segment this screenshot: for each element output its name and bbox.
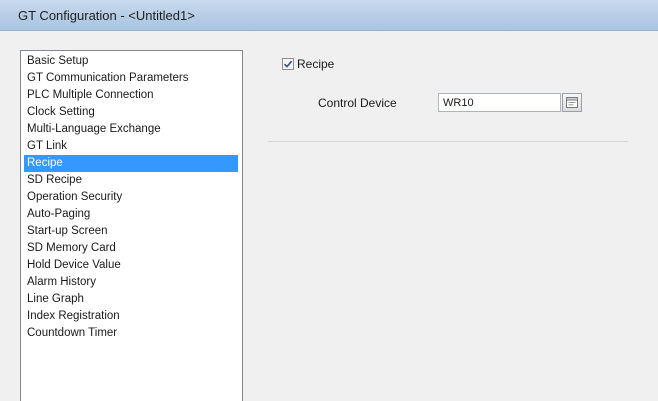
sidebar-item-operation-security[interactable]: Operation Security (24, 189, 238, 206)
sidebar-item-index-registration[interactable]: Index Registration (24, 308, 238, 325)
section-divider (268, 141, 628, 142)
sidebar-item-line-graph[interactable]: Line Graph (24, 291, 238, 308)
sidebar-item-clock-setting[interactable]: Clock Setting (24, 104, 238, 121)
sidebar-item-start-up-screen[interactable]: Start-up Screen (24, 223, 238, 240)
window-title: GT Configuration - <Untitled1> (18, 8, 195, 23)
settings-nav-list[interactable]: Basic Setup GT Communication Parameters … (20, 50, 243, 401)
browse-icon (566, 97, 578, 108)
sidebar-item-alarm-history[interactable]: Alarm History (24, 274, 238, 291)
recipe-enable-row[interactable]: Recipe (282, 56, 334, 72)
sidebar-item-hold-device-value[interactable]: Hold Device Value (24, 257, 238, 274)
recipe-checkbox[interactable] (282, 58, 294, 70)
gt-configuration-window: GT Configuration - <Untitled1> Basic Set… (0, 0, 658, 401)
sidebar-item-basic-setup[interactable]: Basic Setup (24, 53, 238, 70)
sidebar-item-recipe[interactable]: Recipe (24, 155, 238, 172)
title-bar: GT Configuration - <Untitled1> (0, 0, 658, 31)
sidebar-item-countdown-timer[interactable]: Countdown Timer (24, 325, 238, 342)
control-device-label: Control Device (318, 96, 397, 110)
sidebar-item-gt-communication-parameters[interactable]: GT Communication Parameters (24, 70, 238, 87)
sidebar-item-plc-multiple-connection[interactable]: PLC Multiple Connection (24, 87, 238, 104)
sidebar-item-sd-recipe[interactable]: SD Recipe (24, 172, 238, 189)
sidebar-item-auto-paging[interactable]: Auto-Paging (24, 206, 238, 223)
recipe-checkbox-label: Recipe (297, 57, 335, 71)
sidebar-item-sd-memory-card[interactable]: SD Memory Card (24, 240, 238, 257)
checkmark-icon (283, 60, 293, 68)
sidebar-item-multi-language-exchange[interactable]: Multi-Language Exchange (24, 121, 238, 138)
sidebar-item-gt-link[interactable]: GT Link (24, 138, 238, 155)
control-device-input[interactable] (438, 93, 561, 112)
recipe-settings-panel: Recipe Control Device (252, 36, 658, 401)
control-device-browse-button[interactable] (562, 93, 582, 112)
